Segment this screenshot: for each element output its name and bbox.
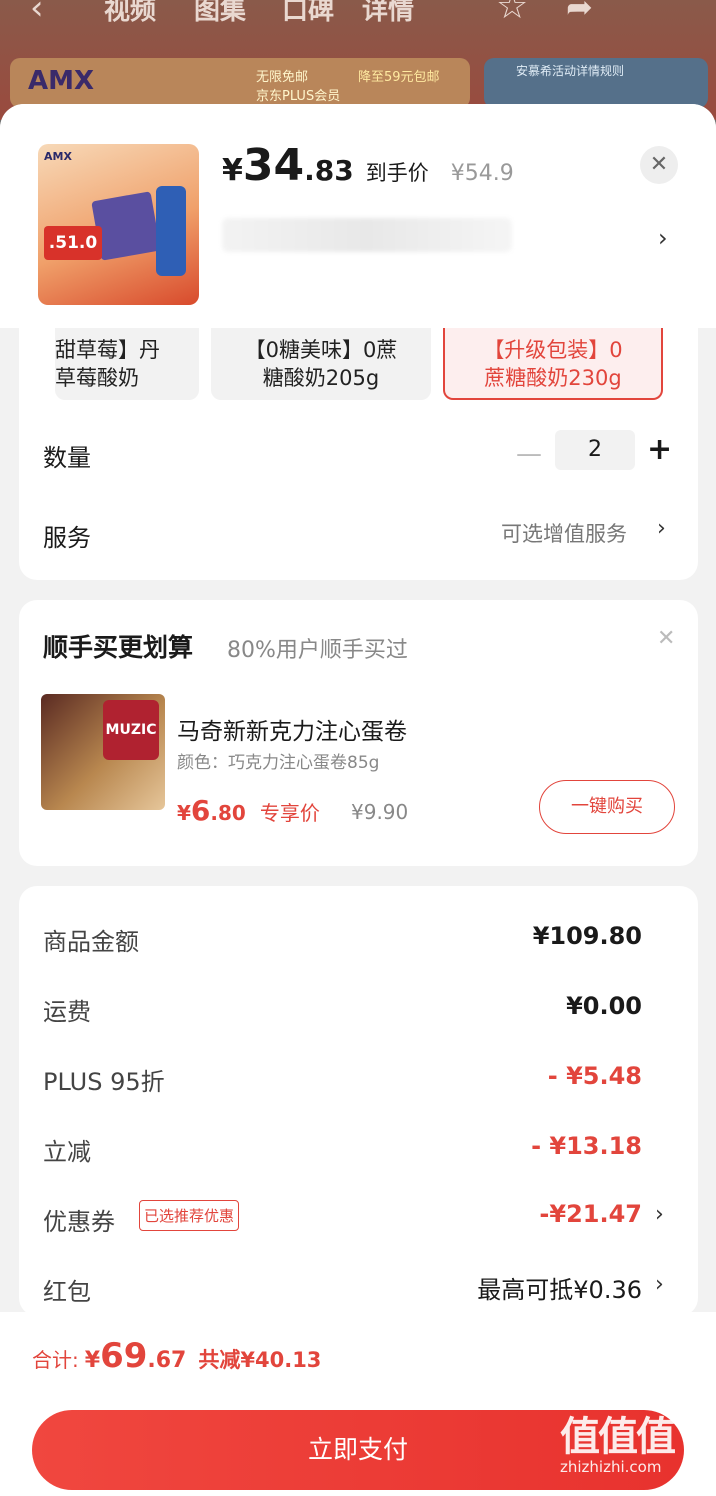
price-row: ¥ 34 .83 到手价 ¥54.9 <box>222 140 514 200</box>
original-price: ¥54.9 <box>450 161 514 186</box>
addon-card: 顺手买更划算 80%用户顺手买过 ✕ MUZIC 马奇新新克力注心蛋卷 颜色：巧… <box>19 600 698 866</box>
fee-label-goods: 商品金额 <box>43 928 139 956</box>
addon-price: ¥ 6 .80 专享价 <box>177 794 320 827</box>
total-row: 合计: ¥ 69 .67 共减¥40.13 <box>32 1336 321 1376</box>
addon-original-price: ¥9.90 <box>351 800 409 824</box>
fee-label-instant-discount: 立减 <box>43 1138 91 1166</box>
banner-brand: AMX <box>28 66 95 96</box>
watermark-url: zhizhizhi.com <box>560 1458 662 1476</box>
watermark-logo: 值值值 <box>560 1414 676 1460</box>
service-label: 服务 <box>43 524 91 552</box>
fee-label-shipping: 运费 <box>43 998 91 1026</box>
fee-label-coupon: 优惠券 <box>43 1208 115 1236</box>
addon-can-label: MUZIC <box>103 700 159 760</box>
quantity-input[interactable]: 2 <box>555 430 635 470</box>
banner-free-ship-text: 无限免邮 <box>256 70 309 85</box>
addon-price-symbol: ¥ <box>177 801 191 825</box>
product-thumbnail: AMX .51.0 <box>38 144 199 305</box>
service-value[interactable]: 可选增值服务 <box>501 518 627 548</box>
fee-value-red-packet[interactable]: 最高可抵¥0.36 <box>477 1270 642 1305</box>
thumb-brand: AMX <box>44 150 72 163</box>
quantity-label: 数量 <box>43 444 91 472</box>
spec-option-selected[interactable]: 【升级包装】0 蔗糖酸奶230g <box>443 328 663 400</box>
fee-value-shipping: ¥0.00 <box>566 992 642 1020</box>
coupon-badge: 已选推荐优惠 <box>139 1200 240 1231</box>
quantity-decrease-button[interactable]: — <box>516 439 542 469</box>
total-symbol: ¥ <box>84 1348 101 1373</box>
addon-price-integer: 6 <box>190 794 211 827</box>
fee-value-plus: - ¥5.48 <box>547 1062 642 1090</box>
right-banner-title: 安慕希活动详情规则 <box>516 64 625 78</box>
chevron-right-icon[interactable]: › <box>657 516 666 541</box>
options-card: 甜草莓】丹 草莓酸奶 【0糖美味】0蔗 糖酸奶205g 【升级包装】0 蔗糖酸奶… <box>19 328 698 580</box>
close-icon: ✕ <box>649 152 669 177</box>
banner-free-ship: 无限免邮 京东PLUS会员 <box>256 66 340 104</box>
fee-value-goods: ¥109.80 <box>532 922 642 950</box>
chevron-right-icon[interactable]: › <box>658 224 668 252</box>
product-title-blurred <box>222 218 512 252</box>
price-decimal: .83 <box>304 154 354 187</box>
price-integer: 34 <box>242 140 305 191</box>
tab-video: 视频 <box>104 0 157 26</box>
one-click-buy-button[interactable]: 一键购买 <box>539 780 675 834</box>
fee-label-red-packet: 红包 <box>43 1278 91 1306</box>
addon-price-decimal: .80 <box>210 801 246 825</box>
fee-value-coupon[interactable]: -¥21.47 <box>539 1200 642 1228</box>
share-icon: ➦ <box>566 0 593 26</box>
spec-option[interactable]: 甜草莓】丹 草莓酸奶 <box>55 328 199 400</box>
banner-discount: 降至59元包邮 <box>358 70 440 85</box>
addon-product-image[interactable]: MUZIC <box>41 694 165 810</box>
favorite-icon: ☆ <box>496 0 529 27</box>
quantity-increase-button[interactable]: + <box>647 432 672 467</box>
banner-plus-text: 京东PLUS会员 <box>256 89 341 104</box>
chevron-right-icon[interactable]: › <box>655 1272 664 1297</box>
addon-close-icon[interactable]: ✕ <box>657 626 675 651</box>
thumb-can <box>156 186 186 276</box>
background-tabs: 视频 图集 口碑 详情 <box>0 0 716 40</box>
close-button[interactable]: ✕ <box>640 146 678 184</box>
addon-title: 顺手买更划算 <box>43 633 194 662</box>
total-label: 合计: <box>32 1348 79 1372</box>
fee-value-instant-discount: - ¥13.18 <box>531 1132 642 1160</box>
price-symbol: ¥ <box>222 153 243 188</box>
spec-option[interactable]: 【0糖美味】0蔗 糖酸奶205g <box>211 328 431 400</box>
tab-reviews: 口碑 <box>282 0 335 26</box>
tab-details: 详情 <box>362 0 415 26</box>
spec-selector: 甜草莓】丹 草莓酸奶 【0糖美味】0蔗 糖酸奶205g 【升级包装】0 蔗糖酸奶… <box>19 328 698 402</box>
purchase-sheet: AMX .51.0 ¥ 34 .83 到手价 ¥54.9 ✕ › 甜草莓】丹 草… <box>0 104 716 1496</box>
watermark: 值值值 zhizhizhi.com <box>560 1404 710 1494</box>
addon-product-color: 颜色：巧克力注心蛋卷85g <box>177 753 380 773</box>
addon-price-tag: 专享价 <box>259 801 320 825</box>
total-integer: 69 <box>100 1336 148 1376</box>
bottom-action-bar: 合计: ¥ 69 .67 共减¥40.13 立即支付 值值值 zhizhizhi… <box>0 1312 716 1496</box>
tab-gallery: 图集 <box>194 0 247 26</box>
total-decimal: .67 <box>147 1348 187 1373</box>
sheet-header: AMX .51.0 ¥ 34 .83 到手价 ¥54.9 ✕ › <box>0 104 716 328</box>
addon-product-name[interactable]: 马奇新新克力注心蛋卷 <box>177 712 407 746</box>
price-tag: 到手价 <box>365 161 429 185</box>
total-reduced: 共减¥40.13 <box>198 1348 322 1372</box>
addon-subtitle: 80%用户顺手买过 <box>227 638 408 663</box>
chevron-right-icon[interactable]: › <box>655 1202 664 1227</box>
thumb-price: .51.0 <box>44 226 102 260</box>
fee-summary-card: 商品金额 ¥109.80 运费 ¥0.00 PLUS 95折 - ¥5.48 立… <box>19 886 698 1316</box>
fee-label-plus: PLUS 95折 <box>43 1068 165 1096</box>
